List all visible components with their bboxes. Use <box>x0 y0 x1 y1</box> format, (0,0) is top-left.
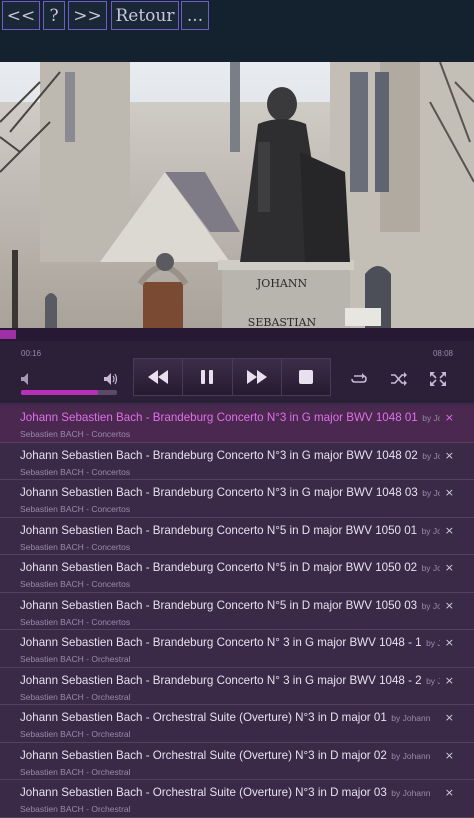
remove-track-icon[interactable]: × <box>445 599 454 612</box>
rewind-icon <box>148 370 169 384</box>
track-title: Johann Sebastien Bach - Orchestral Suite… <box>20 711 387 724</box>
track-artist-prefix: by Johann <box>421 600 440 611</box>
remove-track-icon[interactable]: × <box>445 786 454 799</box>
stop-button[interactable] <box>281 359 330 395</box>
playlist-item-first-line: Johann Sebastien Bach - Brandeburg Conce… <box>20 633 440 651</box>
transport-controls <box>133 358 331 396</box>
playlist-item[interactable]: Johann Sebastien Bach - Brandeburg Conce… <box>0 480 474 518</box>
remove-track-icon[interactable]: × <box>445 524 454 537</box>
remove-track-icon[interactable]: × <box>445 449 454 462</box>
track-artist-prefix: by Johann <box>391 750 431 761</box>
help-button[interactable]: ? <box>43 1 65 30</box>
track-title: Johann Sebastien Bach - Orchestral Suite… <box>20 748 387 762</box>
track-album: Sebastien BACH - Concertos <box>20 541 131 552</box>
track-album: Sebastien BACH - Concertos <box>20 504 131 514</box>
stop-icon <box>298 370 313 384</box>
remove-track-icon[interactable]: × <box>445 749 454 762</box>
playlist-item-first-line: Johann Sebastien Bach - Orchestral Suite… <box>20 746 440 764</box>
playlist-item-first-line: Johann Sebastien Bach - Orchestral Suite… <box>20 708 440 726</box>
playlist-item-first-line: Johann Sebastien Bach - Brandeburg Conce… <box>20 446 440 464</box>
fast-forward-icon <box>246 370 267 384</box>
previous-button[interactable]: << <box>2 1 40 30</box>
track-title: Johann Sebastien Bach - Orchestral Suite… <box>20 786 387 799</box>
track-title: Johann Sebastien Bach - Brandeburg Conce… <box>20 673 422 687</box>
video-image: JOHANN SEBASTIAN <box>0 62 474 328</box>
repeat-icon[interactable] <box>350 371 368 387</box>
track-artist-prefix: by Johann <box>422 413 440 423</box>
seek-bar-fill <box>0 330 16 339</box>
playlist-item[interactable]: Johann Sebastien Bach - Brandeburg Conce… <box>0 630 474 668</box>
track-album: Sebastien BACH - Concertos <box>20 466 131 477</box>
video-frame[interactable]: JOHANN SEBASTIAN <box>0 62 474 328</box>
fast-forward-button[interactable] <box>232 359 282 395</box>
track-artist-prefix: by Johann <box>426 638 440 648</box>
track-title: Johann Sebastien Bach - Brandeburg Conce… <box>20 486 418 499</box>
remove-track-icon[interactable]: × <box>445 674 454 687</box>
pause-button[interactable] <box>183 359 233 395</box>
playlist-item[interactable]: Johann Sebastien Bach - Brandeburg Conce… <box>0 518 474 555</box>
total-duration: 08:08 <box>432 349 453 358</box>
plaque-line-1: JOHANN <box>256 277 308 290</box>
track-title: Johann Sebastien Bach - Brandeburg Conce… <box>20 411 418 424</box>
track-album: Sebastien BACH - Orchestral <box>20 766 131 777</box>
next-button[interactable]: >> <box>68 1 107 30</box>
playlist-item-first-line: Johann Sebastien Bach - Brandeburg Conce… <box>20 596 440 614</box>
playlist-item[interactable]: Johann Sebastien Bach - Orchestral Suite… <box>0 705 474 743</box>
track-artist-prefix: by Johann <box>391 713 431 723</box>
remove-track-icon[interactable]: × <box>445 711 454 724</box>
playlist-item[interactable]: Johann Sebastien Bach - Brandeburg Conce… <box>0 443 474 480</box>
track-album: Sebastien BACH - Orchestral <box>20 654 131 664</box>
playlist-item-first-line: Johann Sebastien Bach - Brandeburg Conce… <box>20 558 440 576</box>
playlist-item[interactable]: Johann Sebastien Bach - Brandeburg Conce… <box>0 668 474 705</box>
back-button[interactable]: Retour <box>111 1 179 30</box>
volume-slider[interactable] <box>21 390 117 395</box>
playlist-item-first-line: Johann Sebastien Bach - Brandeburg Conce… <box>20 671 440 689</box>
playlist-item-first-line: Johann Sebastien Bach - Brandeburg Conce… <box>20 521 440 539</box>
track-artist-prefix: by Johann <box>391 788 431 798</box>
playlist-item[interactable]: Johann Sebastien Bach - Brandeburg Conce… <box>0 555 474 593</box>
track-title: Johann Sebastien Bach - Brandeburg Conce… <box>20 636 422 649</box>
track-album: Sebastien BACH - Concertos <box>20 429 131 439</box>
track-artist-prefix: by Johann <box>421 563 440 573</box>
track-title: Johann Sebastien Bach - Brandeburg Conce… <box>20 523 418 537</box>
volume-slider-fill <box>21 390 98 395</box>
volume-low-icon[interactable] <box>20 372 32 386</box>
track-album: Sebastien BACH - Concertos <box>20 579 131 589</box>
fullscreen-icon[interactable] <box>429 371 447 387</box>
elapsed-time: 00:16 <box>21 349 42 358</box>
playlist-item[interactable]: Johann Sebastien Bach - Brandeburg Conce… <box>0 405 474 443</box>
track-title: Johann Sebastien Bach - Brandeburg Conce… <box>20 561 418 574</box>
pause-icon <box>201 370 214 384</box>
remove-track-icon[interactable]: × <box>445 486 454 499</box>
track-title: Johann Sebastien Bach - Brandeburg Conce… <box>20 598 418 612</box>
track-album: Sebastien BACH - Orchestral <box>20 729 131 739</box>
playlist-item-first-line: Johann Sebastien Bach - Brandeburg Conce… <box>20 408 440 426</box>
remove-track-icon[interactable]: × <box>445 561 454 574</box>
track-title: Johann Sebastien Bach - Brandeburg Conce… <box>20 448 418 462</box>
playlist-item[interactable]: Johann Sebastien Bach - Brandeburg Conce… <box>0 593 474 630</box>
track-album: Sebastien BACH - Orchestral <box>20 691 131 702</box>
top-nav-bar: << ? >> Retour ... <box>0 0 474 62</box>
track-album: Sebastien BACH - Orchestral <box>20 804 131 814</box>
seek-bar[interactable] <box>0 328 474 341</box>
remove-track-icon[interactable]: × <box>445 636 454 649</box>
remove-track-icon[interactable]: × <box>445 411 454 424</box>
track-artist-prefix: by Johann <box>426 675 440 686</box>
playlist-item[interactable]: Johann Sebastien Bach - Orchestral Suite… <box>0 743 474 780</box>
playlist-item-first-line: Johann Sebastien Bach - Brandeburg Conce… <box>20 483 440 501</box>
plaque-line-2: SEBASTIAN <box>248 316 317 328</box>
track-artist-prefix: by Johann <box>422 488 440 498</box>
volume-high-icon[interactable] <box>103 372 118 386</box>
more-button[interactable]: ... <box>181 1 209 30</box>
track-artist-prefix: by Johann <box>422 450 440 461</box>
playlist-item[interactable]: Johann Sebastien Bach - Orchestral Suite… <box>0 780 474 818</box>
track-album: Sebastien BACH - Concertos <box>20 616 131 627</box>
playlist: Johann Sebastien Bach - Brandeburg Conce… <box>0 405 474 818</box>
shuffle-icon[interactable] <box>390 371 408 387</box>
track-artist-prefix: by Johann <box>421 525 440 536</box>
playlist-item-first-line: Johann Sebastien Bach - Orchestral Suite… <box>20 783 440 801</box>
rewind-button[interactable] <box>134 359 184 395</box>
player-controls: 00:16 08:08 <box>0 341 474 403</box>
